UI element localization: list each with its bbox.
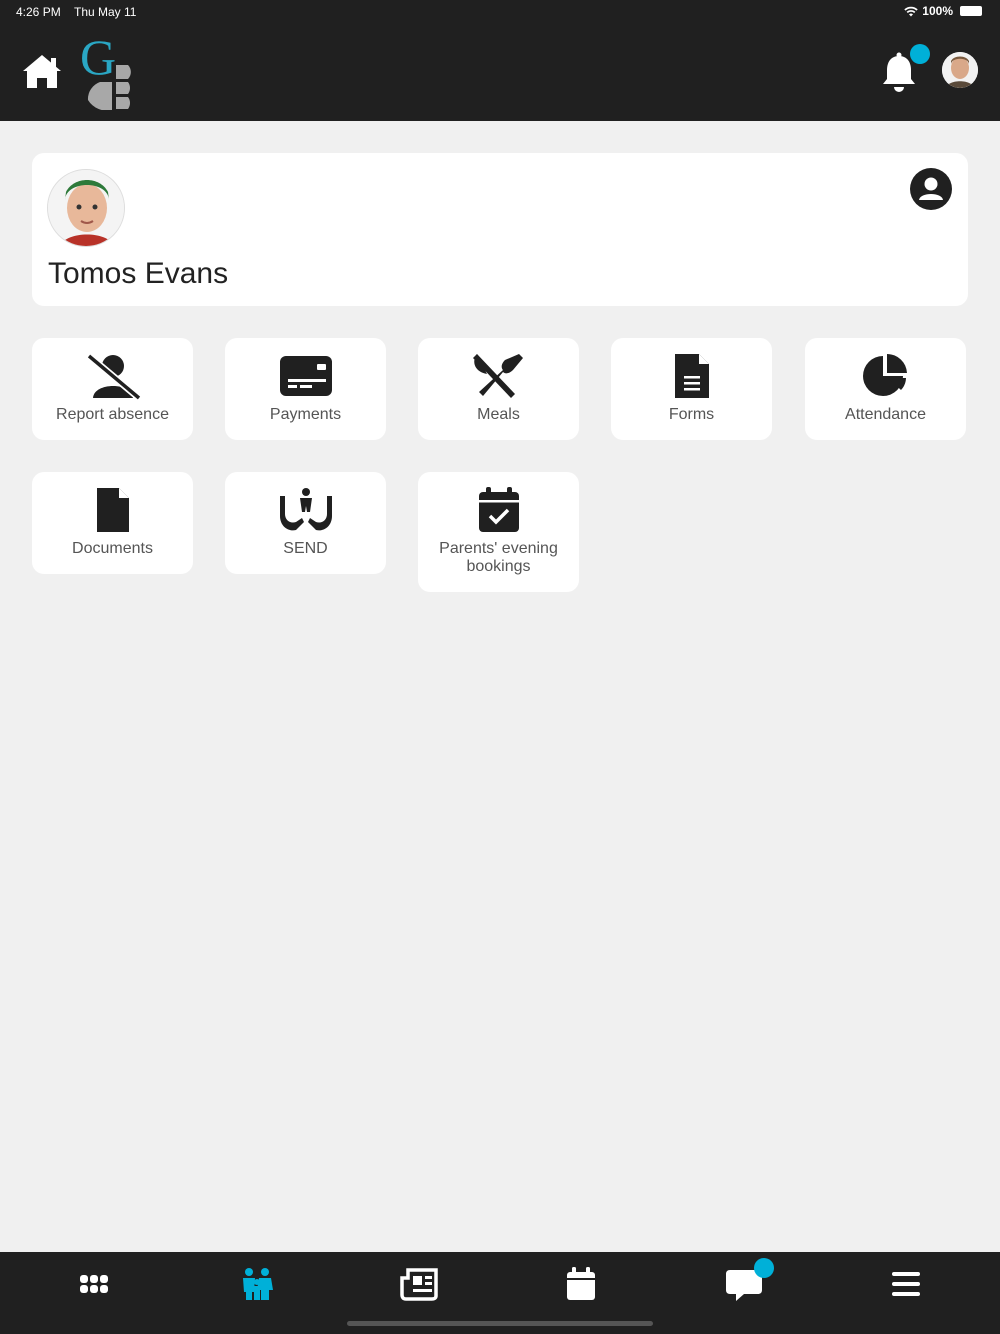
status-time: 4:26 PM: [16, 5, 61, 19]
tile-forms[interactable]: Forms: [611, 338, 772, 440]
hands-holding-child-icon: [276, 486, 336, 534]
svg-text:G: G: [80, 30, 116, 85]
menu-icon[interactable]: [884, 1266, 928, 1302]
user-slash-icon: [83, 352, 143, 401]
tile-payments[interactable]: Payments: [225, 338, 386, 440]
utensils-icon: [469, 352, 529, 400]
chat-badge: [754, 1258, 774, 1278]
tile-label: Payments: [269, 406, 342, 423]
tile-send[interactable]: SEND: [225, 472, 386, 574]
tile-label: Forms: [668, 406, 715, 423]
tile-documents[interactable]: Documents: [32, 472, 193, 574]
school-logo: G: [78, 29, 148, 111]
status-right: 100%: [904, 4, 982, 18]
tile-label: SEND: [283, 540, 328, 557]
status-bar: 4:26 PM Thu May 11 100%: [0, 0, 1000, 24]
file-lines-icon: [662, 352, 722, 400]
status-date: Thu May 11: [74, 5, 137, 19]
wifi-icon: [904, 6, 918, 16]
user-avatar[interactable]: [942, 52, 978, 88]
tile-label: Attendance: [845, 406, 926, 423]
student-card[interactable]: Tomos Evans: [32, 153, 968, 306]
tile-report-absence[interactable]: Report absence: [32, 338, 193, 440]
tile-meals[interactable]: Meals: [418, 338, 579, 440]
home-icon[interactable]: [20, 50, 64, 94]
tile-parents-evening[interactable]: Parents' evening bookings: [418, 472, 579, 592]
tile-label: Meals: [477, 406, 520, 423]
bottom-nav: [0, 1252, 1000, 1334]
battery-icon: [960, 6, 982, 16]
home-indicator[interactable]: [347, 1321, 653, 1326]
notification-badge: [910, 44, 930, 64]
tile-label: Parents' evening bookings: [439, 540, 558, 575]
tile-label: Documents: [72, 540, 153, 557]
newspaper-icon[interactable]: [397, 1266, 441, 1302]
grid-icon[interactable]: [72, 1266, 116, 1302]
file-icon: [83, 486, 143, 534]
family-icon[interactable]: [235, 1266, 279, 1302]
pie-chart-icon: [856, 352, 916, 400]
student-photo: [47, 169, 125, 247]
tile-attendance[interactable]: Attendance: [805, 338, 966, 440]
app-header: G: [0, 24, 1000, 121]
calendar-check-icon: [469, 486, 529, 534]
calendar-icon[interactable]: [559, 1266, 603, 1302]
user-circle-icon[interactable]: [910, 168, 952, 210]
tile-label: Report absence: [56, 406, 169, 423]
student-name: Tomos Evans: [48, 257, 229, 290]
credit-card-icon: [276, 352, 336, 400]
battery-percent: 100%: [922, 4, 953, 18]
